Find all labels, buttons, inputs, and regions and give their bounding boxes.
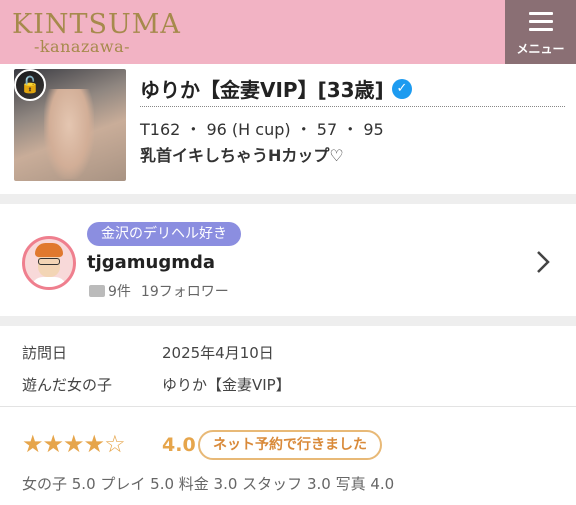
girl-stats: T162 ・ 96 (H cup) ・ 57 ・ 95: [140, 120, 384, 139]
name-divider: [140, 106, 565, 107]
section-divider: [0, 316, 576, 326]
avatar-glasses: [38, 258, 60, 265]
brand-subtitle: -kanazawa-: [33, 37, 131, 56]
lock-icon: 🔓: [14, 69, 46, 101]
follower-count: 19フォロワー: [140, 284, 229, 300]
girl-photo[interactable]: 🔓: [14, 69, 126, 181]
avatar-hair: [35, 243, 63, 257]
brand-name: KINTSUMA: [12, 9, 181, 40]
menu-label: メニュー: [516, 42, 565, 56]
visited-girl-label: 遊んだ女の子: [22, 376, 113, 394]
visit-date-label: 訪問日: [22, 344, 68, 362]
visit-date-value: 2025年4月10日: [162, 344, 274, 362]
visited-girl-value[interactable]: ゆりか【金妻VIP】: [162, 374, 291, 395]
reviewer-meta: 9件 19フォロワー: [89, 281, 229, 301]
chevron-right-icon[interactable]: [534, 248, 552, 276]
comment-count: 9件: [108, 284, 131, 300]
avatar[interactable]: [22, 236, 76, 290]
reviewer-username[interactable]: tjgamugmda: [87, 252, 215, 273]
net-reservation-badge: ネット予約で行きました: [198, 430, 382, 460]
comment-icon: [89, 285, 105, 297]
girl-profile-card[interactable]: 🔓 ゆりか【金妻VIP】[33歳] ✓ T162 ・ 96 (H cup) ・ …: [0, 64, 576, 194]
menu-button[interactable]: メニュー: [505, 0, 576, 64]
photo-figure: [44, 89, 94, 179]
reviewer-tag: 金沢のデリヘル好き: [87, 222, 241, 246]
site-header: KINTSUMA -kanazawa- メニュー: [0, 0, 576, 64]
divider: [0, 406, 576, 407]
section-divider: [0, 194, 576, 204]
site-logo[interactable]: KINTSUMA -kanazawa-: [12, 9, 181, 56]
star-rating: ★★★★☆: [22, 430, 126, 458]
visit-date-row: 訪問日 2025年4月10日: [0, 336, 576, 366]
girl-name[interactable]: ゆりか【金妻VIP】[33歳]: [140, 74, 384, 103]
visited-girl-row: 遊んだ女の子 ゆりか【金妻VIP】: [0, 368, 576, 398]
rating-breakdown: 女の子 5.0 プレイ 5.0 料金 3.0 スタッフ 3.0 写真 4.0: [22, 475, 395, 493]
rating-row: ★★★★☆ 4.0 ネット予約で行きました: [0, 428, 576, 462]
reviewer-card[interactable]: 金沢のデリヘル好き tjgamugmda 9件 19フォロワー: [0, 204, 576, 316]
avatar-shirt: [31, 277, 67, 287]
girl-catchphrase: 乳首イキしちゃうHカップ♡: [140, 146, 344, 165]
hamburger-icon: [529, 12, 553, 36]
verified-icon: ✓: [392, 79, 412, 99]
rating-score: 4.0: [162, 434, 196, 456]
